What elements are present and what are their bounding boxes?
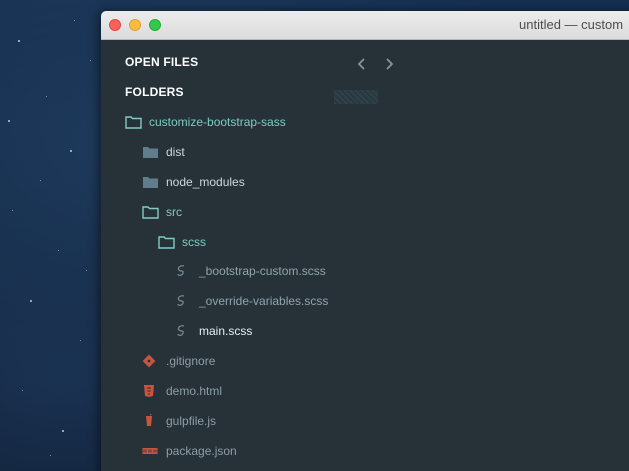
- chevron-right-icon[interactable]: [381, 56, 397, 72]
- tree-file-label: .gitignore: [166, 354, 216, 368]
- tree-folder-label: node_modules: [166, 175, 245, 189]
- tree-folder-label: dist: [166, 145, 185, 159]
- open-files-header[interactable]: OPEN FILES: [125, 55, 198, 69]
- tree-file-gitignore[interactable]: .gitignore: [142, 351, 215, 371]
- tree-file-demo[interactable]: demo.html: [142, 381, 222, 401]
- chevron-left-icon[interactable]: [354, 56, 370, 72]
- title-bar[interactable]: untitled — custom: [101, 11, 629, 40]
- zoom-window-button[interactable]: [149, 19, 161, 31]
- minimize-window-button[interactable]: [129, 19, 141, 31]
- tree-file-gulpfile[interactable]: gulpfile.js: [142, 411, 216, 431]
- tree-folder-dist[interactable]: dist: [142, 142, 185, 162]
- sidebar: OPEN FILES FOLDERS customize-bootstrap-s…: [101, 40, 629, 471]
- tree-folder-root[interactable]: customize-bootstrap-sass: [125, 112, 286, 132]
- window-title: untitled — custom: [519, 17, 624, 32]
- tree-file-bootstrap-custom[interactable]: _bootstrap-custom.scss: [175, 261, 326, 281]
- drag-handle: [334, 90, 378, 104]
- tree-file-label: main.scss: [199, 324, 253, 338]
- tree-folder-src[interactable]: src: [142, 202, 182, 222]
- npm-icon: [142, 443, 160, 459]
- tree-file-main[interactable]: main.scss: [175, 321, 252, 341]
- tree-folder-label: customize-bootstrap-sass: [149, 115, 286, 129]
- folder-open-icon: [158, 234, 176, 250]
- tree-file-override-variables[interactable]: _override-variables.scss: [175, 291, 328, 311]
- tree-folder-node-modules[interactable]: node_modules: [142, 172, 245, 192]
- folder-icon: [142, 174, 160, 190]
- tree-file-label: gulpfile.js: [166, 414, 217, 428]
- tree-file-label: _bootstrap-custom.scss: [199, 264, 326, 278]
- tree-file-label: package.json: [166, 444, 237, 458]
- folder-icon: [142, 144, 160, 160]
- tree-file-label: _override-variables.scss: [199, 294, 329, 308]
- folder-open-icon: [142, 204, 160, 220]
- html5-icon: [142, 383, 160, 399]
- tree-folder-label: scss: [182, 235, 206, 249]
- git-icon: [142, 353, 160, 369]
- folders-header[interactable]: FOLDERS: [125, 85, 184, 99]
- gulp-icon: [142, 413, 160, 429]
- folder-open-icon: [125, 114, 143, 130]
- editor-window: untitled — custom OPEN FILES FOLDERS cus…: [101, 11, 629, 471]
- tree-file-label: demo.html: [166, 384, 223, 398]
- tree-folder-scss[interactable]: scss: [158, 232, 206, 252]
- close-window-button[interactable]: [109, 19, 121, 31]
- sass-icon: [175, 293, 193, 309]
- tree-folder-label: src: [166, 205, 182, 219]
- sass-icon: [175, 323, 193, 339]
- tree-file-package[interactable]: package.json: [142, 441, 237, 461]
- sass-icon: [175, 263, 193, 279]
